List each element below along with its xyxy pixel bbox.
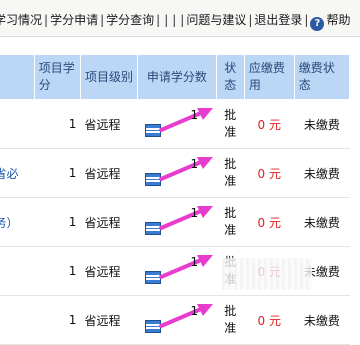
nav-separator: | [304, 13, 309, 27]
row-status: 批准 [216, 99, 245, 149]
nav-credit-apply[interactable]: 学分申请 [50, 13, 98, 27]
row-project-name[interactable] [0, 246, 35, 296]
row-pay-status: 未缴费 [294, 197, 350, 247]
col-header-apply: 申请学分数 [136, 54, 217, 100]
row-apply-cell: 1 [137, 148, 217, 198]
row-apply-credits: 1 [190, 206, 199, 220]
row-status: 批准 [216, 295, 245, 345]
row-pay-status: 未缴费 [294, 295, 350, 345]
row-fee: 0 元 [244, 99, 295, 149]
nav-separator: | [156, 13, 161, 27]
nav-credit-query[interactable]: 学分查询 [106, 13, 154, 27]
blurred-overlay [222, 258, 312, 290]
row-project-level: 省远程 [80, 197, 138, 247]
nav-logout[interactable]: 退出登录 [254, 13, 302, 27]
row-project-name[interactable]: 务） [0, 197, 35, 247]
col-header-fee: 应缴费用 [243, 54, 295, 100]
row-apply-cell: 1 [137, 295, 217, 345]
row-pay-status: 未缴费 [294, 99, 350, 149]
pink-arrow-icon [159, 157, 214, 181]
row-project-level: 省远程 [80, 246, 138, 296]
row-apply-cell: 1 [137, 246, 217, 296]
row-fee: 0 元 [244, 295, 295, 345]
table-row: 省必 1 省远程 1 批准 0 元 未缴费 [0, 148, 350, 198]
table-row: 1 省远程 1 批准 0 元 未缴费 [0, 99, 350, 149]
col-header-status: 状态 [215, 54, 245, 100]
nav-separator: | [100, 13, 105, 27]
row-project-level: 省远程 [80, 99, 138, 149]
row-project-name[interactable]: 省必 [0, 148, 35, 198]
row-project-name[interactable] [0, 99, 35, 149]
nav-links: 学习情况|学分申请|学分查询||||问题与建议|退出登录|?帮助 [0, 11, 350, 31]
row-project-name[interactable] [0, 295, 35, 345]
row-project-level: 省远程 [80, 295, 138, 345]
row-apply-credits: 1 [190, 157, 199, 171]
row-apply-cell: 1 [137, 197, 217, 247]
nav-separator: | [44, 13, 49, 27]
row-project-credit: 1 [34, 148, 81, 198]
col-header-pay-status: 缴费状态 [293, 54, 351, 100]
credit-table: 项目学分 项目级别 申请学分数 状态 应缴费用 缴费状态 1 省远程 1 批准 … [0, 54, 351, 345]
row-status: 批准 [216, 197, 245, 247]
top-nav: 学习情况|学分申请|学分查询||||问题与建议|退出登录|?帮助 [0, 0, 360, 37]
pink-arrow-icon [159, 108, 214, 132]
row-status: 批准 [216, 148, 245, 198]
row-apply-credits: 1 [190, 304, 199, 318]
row-project-level: 省远程 [80, 148, 138, 198]
pink-arrow-icon [159, 206, 214, 230]
help-icon[interactable]: ? [310, 17, 325, 31]
nav-study-status[interactable]: 学习情况 [0, 13, 42, 27]
col-header-level: 项目级别 [79, 54, 138, 100]
table-row: 务） 1 省远程 1 批准 0 元 未缴费 [0, 197, 350, 247]
row-project-credit: 1 [34, 295, 81, 345]
row-fee: 0 元 [244, 197, 295, 247]
row-project-credit: 1 [34, 197, 81, 247]
nav-help[interactable]: 帮助 [326, 13, 350, 27]
row-project-credit: 1 [34, 99, 81, 149]
nav-feedback[interactable]: 问题与建议 [186, 13, 246, 27]
col-header-name [0, 54, 35, 100]
pink-arrow-icon [159, 304, 214, 328]
row-project-credit: 1 [34, 246, 81, 296]
row-apply-cell: 1 [137, 99, 217, 149]
col-header-credit: 项目学分 [33, 54, 81, 100]
row-pay-status: 未缴费 [294, 148, 350, 198]
row-fee: 0 元 [244, 148, 295, 198]
row-apply-credits: 1 [190, 255, 199, 269]
pink-arrow-icon [159, 255, 214, 279]
row-apply-credits: 1 [190, 108, 199, 122]
table-row: 1 省远程 1 批准 0 元 未缴费 [0, 295, 350, 345]
table-header-row: 项目学分 项目级别 申请学分数 状态 应缴费用 缴费状态 [0, 54, 351, 100]
